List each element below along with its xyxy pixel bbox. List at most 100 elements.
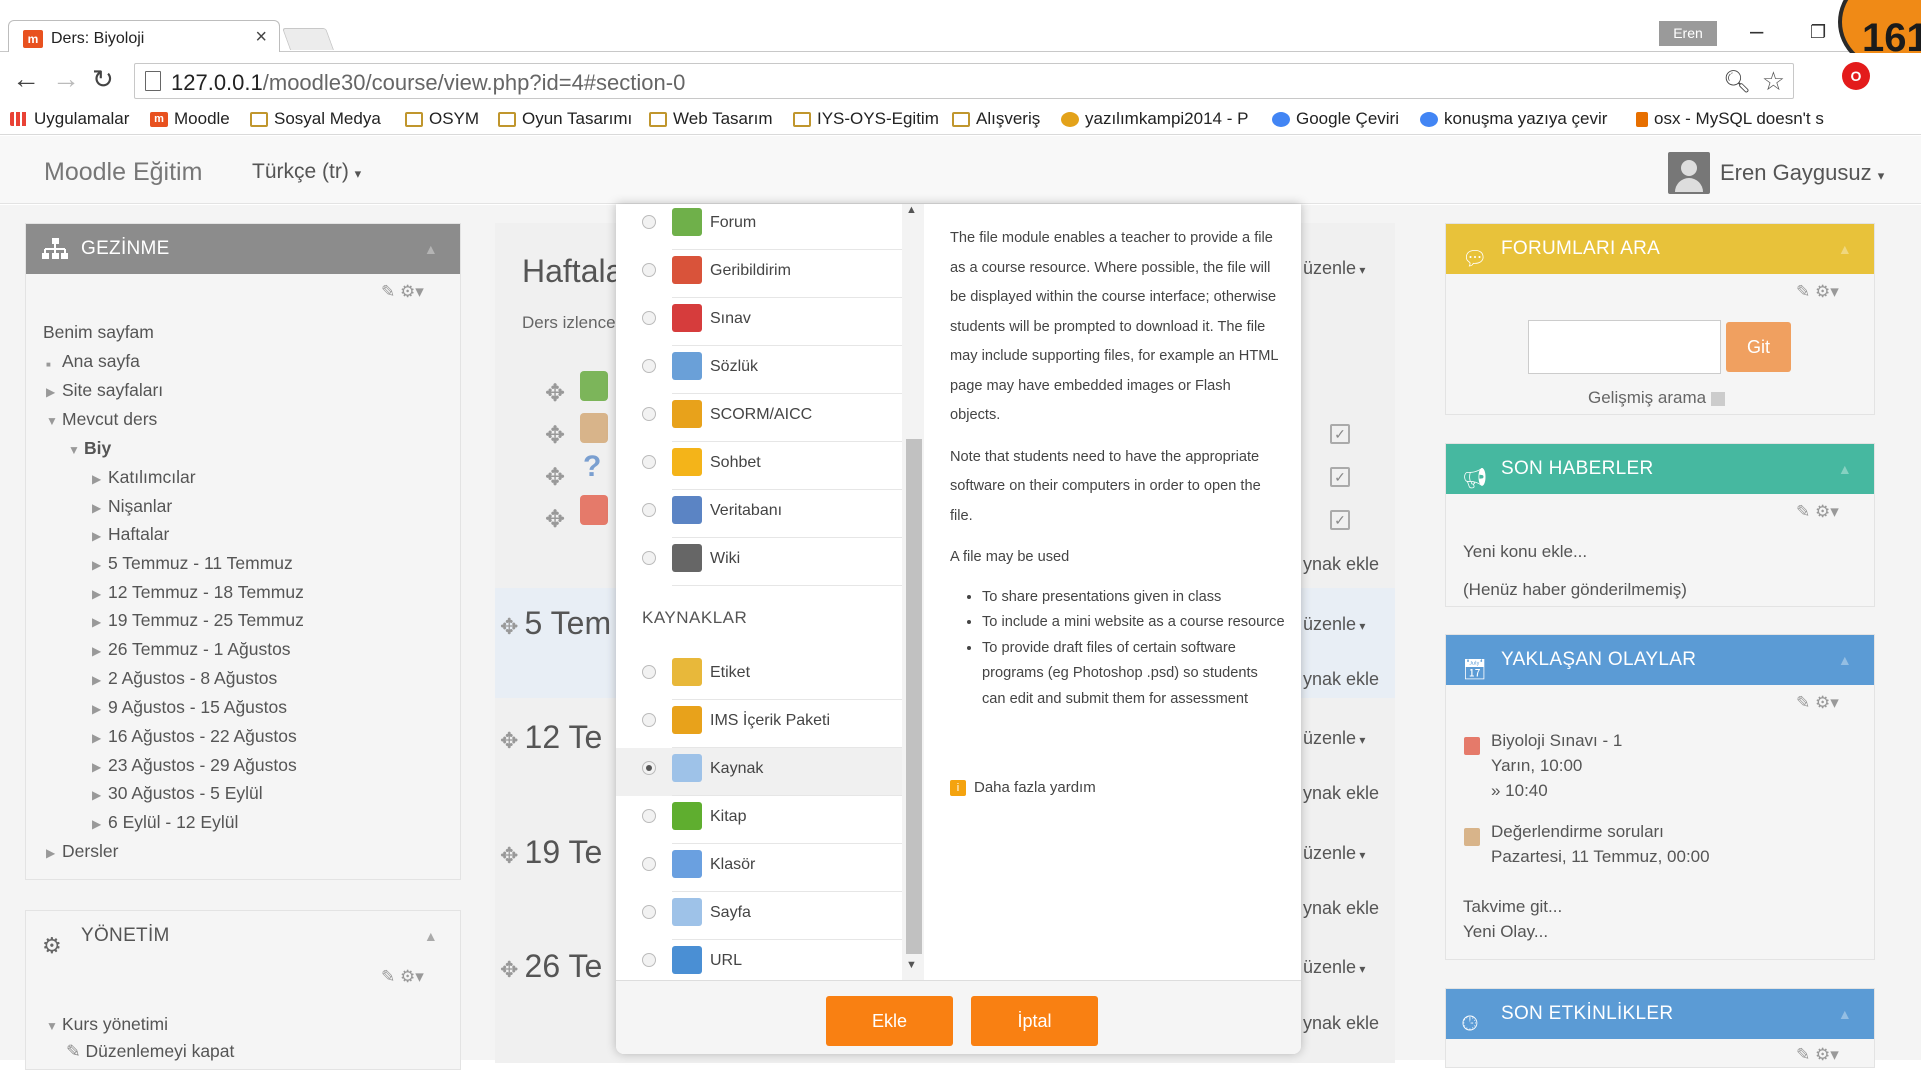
bookmark-item[interactable]: yazılımkampi2014 - P xyxy=(1061,109,1248,129)
chooser-option[interactable]: URL xyxy=(616,940,902,980)
event-name-link[interactable]: Değerlendirme soruları xyxy=(1491,822,1664,842)
block-settings-icon[interactable]: ✎ ⚙▾ xyxy=(1796,502,1839,522)
nav-tree-item[interactable]: ▼ Mevcut ders xyxy=(46,409,157,430)
collapse-icon[interactable]: ▲ xyxy=(1838,224,1852,274)
bookmark-star-icon[interactable]: ☆ xyxy=(1762,66,1785,97)
chooser-option[interactable]: Veritabanı xyxy=(616,490,902,538)
nav-tree-item[interactable]: ▶ 9 Ağustos - 15 Ağustos xyxy=(92,697,287,718)
nav-tree-item[interactable]: ▶ 23 Ağustos - 29 Ağustos xyxy=(92,755,297,776)
bookmark-item[interactable]: Sosyal Medya xyxy=(250,109,381,129)
back-arrow-icon[interactable]: ← xyxy=(12,63,40,95)
chooser-option[interactable]: SCORM/AICC xyxy=(616,394,902,442)
event-name-link[interactable]: Biyoloji Sınavı - 1 xyxy=(1491,731,1622,751)
add-new-topic-link[interactable]: Yeni konu ekle... xyxy=(1463,542,1587,562)
go-to-calendar-link[interactable]: Takvime git... xyxy=(1463,897,1562,917)
bookmark-item[interactable]: konuşma yazıya çevir xyxy=(1420,109,1607,129)
more-help-link[interactable]: i Daha fazla yardım xyxy=(950,779,1096,796)
add-button[interactable]: Ekle xyxy=(826,996,953,1046)
nav-tree-item[interactable]: ▼ Biy xyxy=(68,438,111,459)
chooser-option[interactable]: Sohbet xyxy=(616,442,902,490)
opera-extension-icon[interactable]: O xyxy=(1842,62,1870,90)
turn-editing-off-link[interactable]: ✎ Düzenlemeyi kapat xyxy=(66,1041,234,1062)
browser-tab[interactable]: m Ders: Biyoloji × xyxy=(8,20,280,52)
minimize-icon[interactable]: – xyxy=(1750,18,1763,46)
bookmark-item[interactable]: Google Çeviri xyxy=(1272,109,1399,129)
bookmark-item[interactable]: Uygulamalar xyxy=(10,109,129,129)
chooser-option[interactable]: Forum xyxy=(616,204,902,250)
radio-button[interactable] xyxy=(642,215,656,229)
chooser-option[interactable]: Etiket xyxy=(616,652,902,700)
chooser-option[interactable]: Sözlük xyxy=(616,346,902,394)
add-resource-link[interactable]: ynak ekle xyxy=(1303,554,1379,575)
help-icon[interactable] xyxy=(1710,391,1725,406)
tab-close-icon[interactable]: × xyxy=(255,26,267,49)
move-icon[interactable]: ✥ xyxy=(500,957,525,982)
radio-button[interactable] xyxy=(642,905,656,919)
chooser-option[interactable]: Sayfa xyxy=(616,892,902,940)
new-tab-button[interactable] xyxy=(281,28,335,50)
course-admin-node[interactable]: ▼ Kurs yönetimi xyxy=(46,1014,168,1035)
nav-tree-item[interactable]: ▶ 12 Temmuz - 18 Temmuz xyxy=(92,582,304,603)
chooser-option[interactable]: Sınav xyxy=(616,298,902,346)
chrome-profile-badge[interactable]: Eren xyxy=(1659,21,1717,46)
add-resource-link[interactable]: ynak ekle xyxy=(1303,898,1379,919)
nav-tree-item[interactable]: ▶ Site sayfaları xyxy=(46,380,163,401)
chooser-option[interactable]: Wiki xyxy=(616,538,902,586)
collapse-icon[interactable]: ▲ xyxy=(1838,635,1852,685)
chooser-option[interactable]: Geribildirim xyxy=(616,250,902,298)
nav-tree-item[interactable]: ▶ 30 Ağustos - 5 Eylül xyxy=(92,783,263,804)
block-settings-icon[interactable]: ✎ ⚙▾ xyxy=(1796,282,1839,302)
zoom-icon[interactable]: 🔍︎ xyxy=(1723,69,1751,95)
radio-button[interactable] xyxy=(642,407,656,421)
bookmark-item[interactable]: OSYM xyxy=(405,109,479,129)
completion-checkbox[interactable]: ✓ xyxy=(1330,467,1350,487)
chooser-option[interactable]: Kaynak xyxy=(616,748,902,796)
cancel-button[interactable]: İptal xyxy=(971,996,1098,1046)
advanced-search-link[interactable]: Gelişmiş arama xyxy=(1588,388,1725,408)
address-bar[interactable]: 127.0.0.1/moodle30/course/view.php?id=4#… xyxy=(134,63,1794,99)
bookmark-item[interactable]: m Moodle xyxy=(150,109,230,129)
nav-tree-item[interactable]: ▶ 5 Temmuz - 11 Temmuz xyxy=(92,553,293,574)
user-menu[interactable]: Eren Gaygusuz ▾ xyxy=(1720,160,1884,186)
edit-menu[interactable]: üzenle ▾ xyxy=(1303,614,1365,635)
radio-button[interactable] xyxy=(642,665,656,679)
move-icon[interactable]: ✥ xyxy=(500,614,525,639)
collapse-icon[interactable]: ▲ xyxy=(1838,989,1852,1039)
collapse-icon[interactable]: ▲ xyxy=(424,911,438,961)
block-settings-icon[interactable]: ✎ ⚙▾ xyxy=(381,282,424,302)
completion-checkbox[interactable]: ✓ xyxy=(1330,424,1350,444)
add-resource-link[interactable]: ynak ekle xyxy=(1303,783,1379,804)
edit-menu[interactable]: üzenle ▾ xyxy=(1303,728,1365,749)
scroll-down-arrow-icon[interactable]: ▼ xyxy=(906,959,917,971)
site-brand[interactable]: Moodle Eğitim xyxy=(44,158,202,187)
edit-menu[interactable]: üzenle ▾ xyxy=(1303,258,1365,279)
nav-tree-item[interactable]: ▶ 2 Ağustos - 8 Ağustos xyxy=(92,668,277,689)
completion-checkbox[interactable]: ✓ xyxy=(1330,510,1350,530)
language-menu[interactable]: Türkçe (tr) ▾ xyxy=(252,160,361,184)
nav-tree-item[interactable]: ▶ 19 Temmuz - 25 Temmuz xyxy=(92,610,304,631)
reload-icon[interactable]: ↻ xyxy=(92,64,114,95)
scroll-up-arrow-icon[interactable]: ▲ xyxy=(906,204,917,216)
bookmark-item[interactable]: osx - MySQL doesn't s xyxy=(1636,109,1824,129)
section-title[interactable]: ✥ 12 Te xyxy=(500,719,602,756)
activity-drag-handles[interactable]: ✥ ✥ ✥ ✥ xyxy=(545,373,565,541)
radio-button[interactable] xyxy=(642,713,656,727)
nav-tree-item[interactable]: ▶ Nişanlar xyxy=(92,496,172,517)
radio-button[interactable] xyxy=(642,263,656,277)
block-settings-icon[interactable]: ✎ ⚙▾ xyxy=(381,967,424,987)
chooser-option[interactable]: IMS İçerik Paketi xyxy=(616,700,902,748)
bookmark-item[interactable]: Web Tasarım xyxy=(649,109,773,129)
radio-button[interactable] xyxy=(642,857,656,871)
block-settings-icon[interactable]: ✎ ⚙▾ xyxy=(1796,1045,1839,1065)
edit-menu[interactable]: üzenle ▾ xyxy=(1303,957,1365,978)
block-settings-icon[interactable]: ✎ ⚙▾ xyxy=(1796,693,1839,713)
nav-tree-item[interactable]: ▶ Dersler xyxy=(46,841,118,862)
nav-tree-item[interactable]: ▶ Haftalar xyxy=(92,524,169,545)
forward-arrow-icon[interactable]: → xyxy=(52,63,80,95)
nav-tree-item[interactable]: ▶ 16 Ağustos - 22 Ağustos xyxy=(92,726,297,747)
radio-button[interactable] xyxy=(642,953,656,967)
collapse-icon[interactable]: ▲ xyxy=(1838,444,1852,494)
add-resource-link[interactable]: ynak ekle xyxy=(1303,669,1379,690)
radio-button[interactable] xyxy=(642,359,656,373)
forum-search-input[interactable] xyxy=(1528,320,1721,374)
